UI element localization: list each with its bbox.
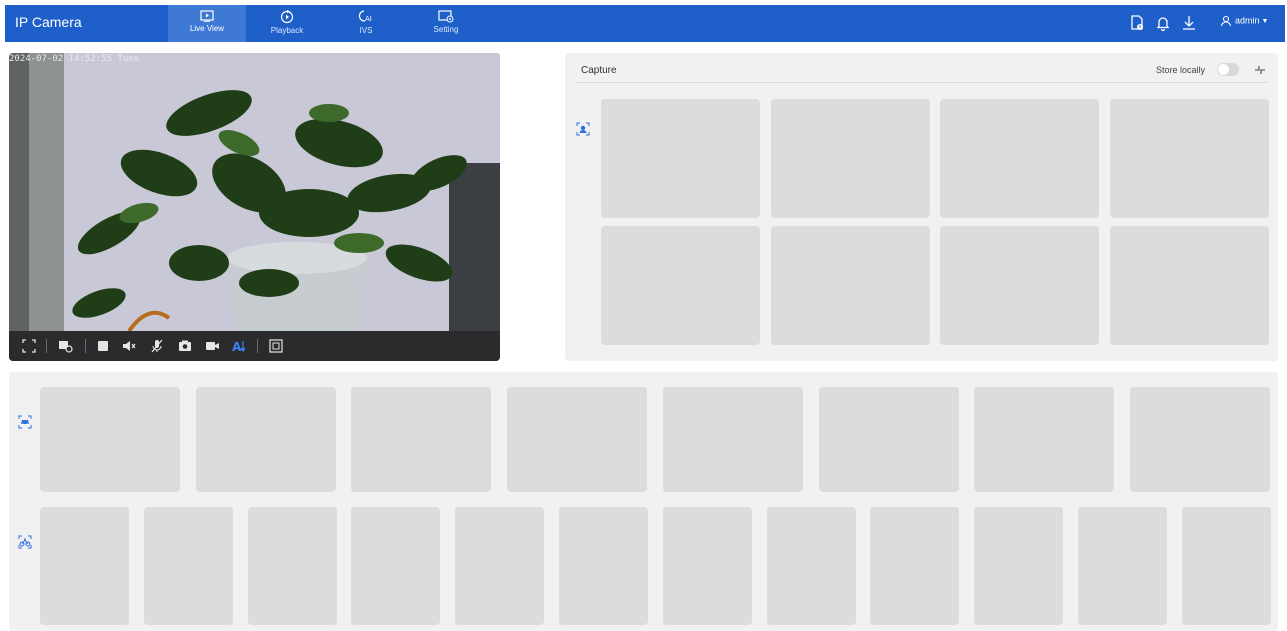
toolbar-divider: [257, 339, 258, 353]
capture-panel: Capture Store locally: [565, 53, 1278, 361]
ai-overlay-icon[interactable]: A: [231, 338, 247, 354]
vehicle-capture-tile[interactable]: [662, 387, 803, 492]
tab-live-view-label: Live View: [189, 24, 225, 33]
vehicle-capture-tile[interactable]: [1129, 387, 1270, 492]
user-name: admin: [1235, 15, 1260, 26]
app-title: IP Camera: [15, 14, 82, 30]
non-motor-capture-tile[interactable]: [143, 507, 233, 625]
capture-tile[interactable]: [1110, 99, 1269, 218]
toolbar-divider: [46, 339, 47, 353]
osd-timestamp: 2024-07-02 14:52:55 Tues: [9, 54, 140, 64]
non-motor-capture-tile[interactable]: [662, 507, 752, 625]
store-locally-toggle[interactable]: [1217, 63, 1239, 76]
capture-tile[interactable]: [601, 99, 760, 218]
tab-playback-label: Playback: [270, 26, 304, 35]
tab-live-view[interactable]: Live View: [168, 5, 246, 42]
vehicle-capture-tile[interactable]: [818, 387, 959, 492]
vehicle-capture-tile[interactable]: [974, 387, 1115, 492]
capture-tile[interactable]: [940, 226, 1099, 345]
capture-tile[interactable]: [771, 99, 930, 218]
face-capture-icon: [576, 122, 590, 136]
non-motor-capture-tile[interactable]: [351, 507, 441, 625]
mute-icon[interactable]: [121, 338, 137, 354]
non-motor-capture-tile[interactable]: [766, 507, 856, 625]
camera-feed-image: [9, 53, 500, 331]
store-locally-label: Store locally: [1156, 65, 1206, 75]
live-video[interactable]: 2024-07-02 14:52:55 Tues A: [9, 53, 500, 361]
vehicle-capture-tile[interactable]: [507, 387, 648, 492]
capture-tile[interactable]: [940, 99, 1099, 218]
stop-icon[interactable]: [95, 338, 111, 354]
capture-tile[interactable]: [1110, 226, 1269, 345]
report-icon[interactable]: [1128, 14, 1146, 32]
chevron-down-icon: ▼: [1261, 18, 1269, 26]
svg-text:A: A: [232, 340, 242, 354]
vehicle-capture-tile[interactable]: [40, 387, 180, 492]
video-toolbar: A: [9, 331, 500, 361]
non-motor-capture-tile[interactable]: [559, 507, 648, 625]
capture-title: Capture: [581, 65, 617, 76]
vehicle-capture-tile[interactable]: [351, 387, 492, 492]
ivs-icon: AI: [358, 10, 372, 23]
non-motor-capture-icon: [18, 535, 32, 549]
tab-ivs-label: IVS: [359, 26, 373, 35]
snapshot-icon[interactable]: [177, 338, 193, 354]
non-motor-capture-tile[interactable]: [40, 507, 129, 625]
live-view-icon: [200, 10, 214, 22]
playback-icon: [280, 10, 294, 24]
toggle-knob: [1218, 64, 1229, 75]
non-motor-capture-tile[interactable]: [1181, 507, 1271, 625]
capture-divider: [575, 82, 1268, 83]
svg-text:AI: AI: [365, 15, 372, 23]
tab-playback[interactable]: Playback: [248, 5, 326, 42]
structured-capture-panel: [9, 372, 1278, 631]
zoom-region-icon[interactable]: [268, 338, 284, 354]
toolbar-divider: [85, 339, 86, 353]
top-bar: IP Camera Live View Playback AI IVS Sett…: [5, 5, 1285, 42]
capture-tile[interactable]: [771, 226, 930, 345]
stream-switch-icon[interactable]: [57, 338, 73, 354]
vehicle-capture-tile[interactable]: [195, 387, 336, 492]
microphone-off-icon[interactable]: [149, 338, 165, 354]
non-motor-capture-tile[interactable]: [974, 507, 1064, 625]
non-motor-capture-tile[interactable]: [247, 507, 337, 625]
non-motor-capture-tile[interactable]: [1078, 507, 1167, 625]
user-menu[interactable]: admin ▼: [1220, 15, 1268, 27]
setting-icon: [438, 10, 454, 23]
tab-ivs[interactable]: AI IVS: [327, 5, 405, 42]
tab-setting[interactable]: Setting: [407, 5, 485, 42]
download-icon[interactable]: [1180, 14, 1198, 32]
capture-tile[interactable]: [601, 226, 760, 345]
user-icon: [1220, 15, 1232, 27]
record-icon[interactable]: [204, 338, 220, 354]
tab-setting-label: Setting: [433, 25, 459, 34]
non-motor-capture-tile[interactable]: [870, 507, 960, 625]
vehicle-capture-icon: [18, 415, 32, 429]
non-motor-capture-tile[interactable]: [455, 507, 545, 625]
bell-icon[interactable]: [1154, 14, 1172, 32]
fullscreen-icon[interactable]: [21, 338, 37, 354]
collapse-icon[interactable]: [1253, 63, 1267, 77]
